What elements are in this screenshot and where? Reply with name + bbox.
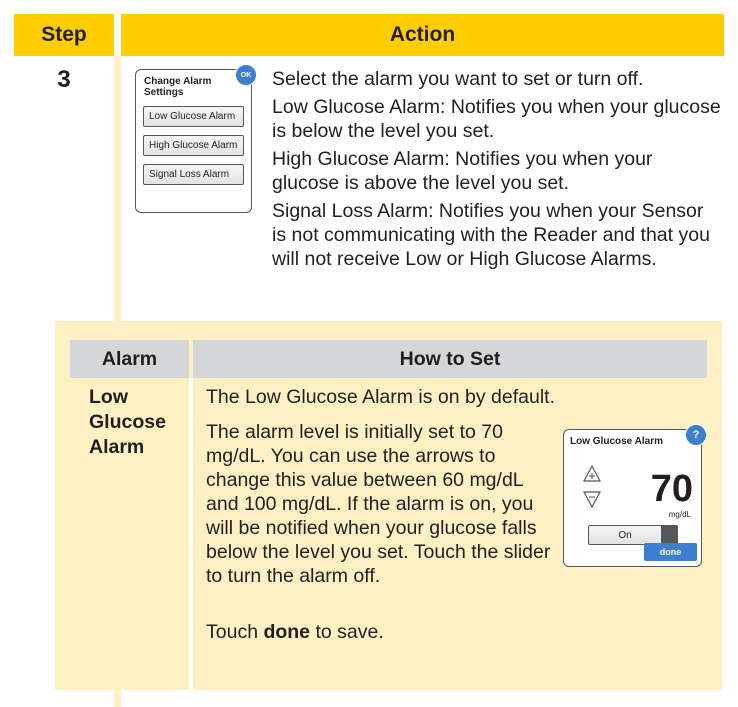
alarm-level-unit: mg/dL xyxy=(668,510,691,519)
save-prefix: Touch xyxy=(206,621,264,643)
screen-title: Change Alarm Settings xyxy=(144,76,212,98)
action-paragraph: Signal Loss Alarm: Notifies you when you… xyxy=(272,200,710,270)
done-button[interactable]: done xyxy=(644,543,697,561)
default-state-text: The Low Glucose Alarm is on by default. xyxy=(206,386,556,408)
change-alarm-settings-screen: Change Alarm Settings OK Low Glucose Ala… xyxy=(135,64,257,213)
help-button[interactable]: ? xyxy=(685,424,707,446)
low-glucose-alarm-option[interactable]: Low Glucose Alarm xyxy=(143,106,244,127)
high-glucose-alarm-option[interactable]: High Glucose Alarm xyxy=(143,135,244,156)
alarm-level-text: The alarm level is initially set to 70 m… xyxy=(206,421,551,587)
action-paragraph: Select the alarm you want to set or turn… xyxy=(272,68,644,90)
action-description: Select the alarm you want to set or turn… xyxy=(272,67,722,275)
alarm-settings-panel: Alarm How to Set Low Glucose Alarm The L… xyxy=(55,321,722,690)
signal-loss-alarm-option[interactable]: Signal Loss Alarm xyxy=(143,164,244,185)
step-column-header: Step xyxy=(14,14,114,56)
arrow-up-icon[interactable] xyxy=(582,464,602,484)
action-paragraph: High Glucose Alarm: Notifies you when yo… xyxy=(272,148,653,194)
low-glucose-alarm-screen: Low Glucose Alarm ? 70 mg/dL On done xyxy=(563,424,707,567)
subtable-divider xyxy=(189,378,193,690)
alarm-column-header: Alarm xyxy=(70,340,189,378)
alarm-level-value: 70 xyxy=(650,468,693,510)
alarm-name: Low Glucose Alarm xyxy=(89,386,166,458)
toggle-knob[interactable] xyxy=(661,526,677,544)
save-suffix: to save. xyxy=(310,621,384,643)
screen-title: Low Glucose Alarm xyxy=(570,436,663,447)
save-bold: done xyxy=(263,621,311,643)
step-number: 3 xyxy=(57,66,71,93)
arrow-down-icon[interactable] xyxy=(582,489,602,509)
ok-button[interactable]: OK xyxy=(235,64,257,86)
action-paragraph: Low Glucose Alarm: Notifies you when you… xyxy=(272,96,721,142)
toggle-label: On xyxy=(618,529,632,541)
alarm-toggle[interactable]: On xyxy=(588,525,678,545)
how-to-set-column-header: How to Set xyxy=(193,340,707,378)
action-column-header: Action xyxy=(121,14,724,56)
save-instruction: Touch done to save. xyxy=(206,620,706,644)
